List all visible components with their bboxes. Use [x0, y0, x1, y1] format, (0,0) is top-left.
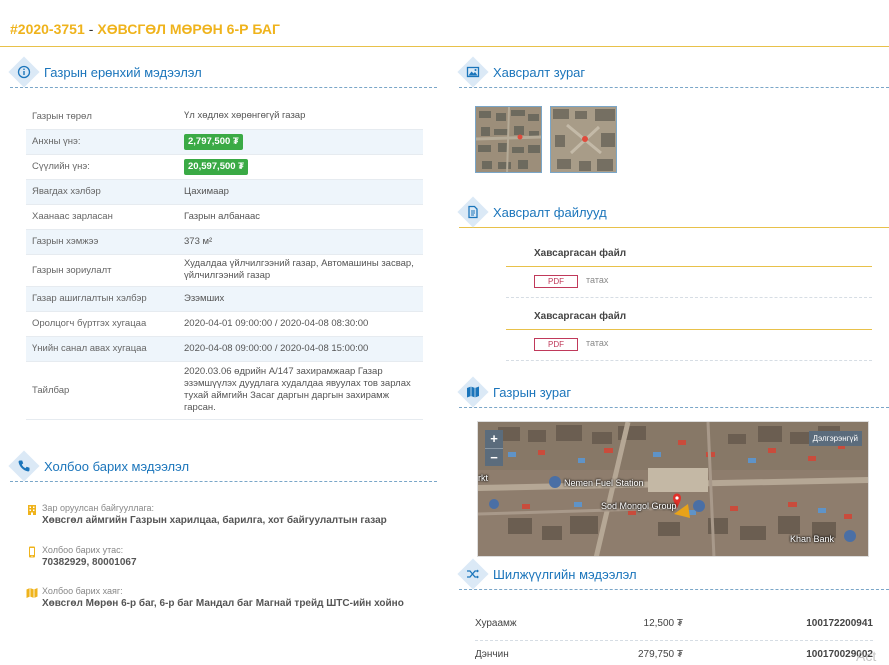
land-map[interactable]: + − Дэлгэрэнгүй rkt Nemen Fuel Station S…	[477, 421, 869, 557]
map-title: Газрын зураг	[493, 385, 572, 400]
zoom-in-button[interactable]: +	[485, 430, 503, 448]
row-label: Тайлбар	[26, 361, 178, 420]
row-label: Газрын зориулалт	[26, 254, 178, 287]
row-label: Газрын хэмжээ	[26, 229, 178, 255]
row-value: 2020-04-01 09:00:00 / 2020-04-08 08:30:0…	[178, 311, 423, 337]
map-label-fuel: Nemen Fuel Station	[564, 478, 644, 488]
fullscreen-button[interactable]: Дэлгэрэнгүй	[808, 431, 862, 446]
row-value: Үл хөдлөх хөрөнгөгүй газар	[178, 104, 423, 130]
contact-info-title: Холбоо барих мэдээлэл	[44, 459, 190, 474]
table-row: Газрын хэмжээ 373 м²	[26, 229, 423, 255]
table-row: Хаанаас зарласан Газрын албанаас	[26, 204, 423, 230]
map-label-sod: Sod Mongol Group	[601, 501, 677, 511]
info-icon	[8, 56, 40, 88]
organization-label: Зар оруулсан байгууллага:	[42, 503, 155, 513]
images-title: Хавсралт зураг	[493, 65, 586, 80]
download-link[interactable]: татах	[586, 338, 608, 348]
transfer-name: Дэнчин	[475, 649, 509, 660]
images-header: Хавсралт зураг	[457, 56, 889, 88]
row-value: Эзэмших	[178, 286, 423, 312]
contact-info-header: Холбоо барих мэдээлэл	[8, 450, 437, 482]
zoom-out-button[interactable]: −	[485, 448, 503, 466]
row-label: Сүүлийн үнэ:	[26, 154, 178, 180]
listing-title: ХӨВСГӨЛ МӨРӨН 6-Р БАГ	[97, 21, 280, 37]
file-title: Хавсаргасан файл	[534, 248, 627, 259]
phone-value[interactable]: 70382929, 80001067	[42, 557, 137, 568]
row-value: Газрын албанаас	[178, 204, 423, 230]
location-map-icon	[457, 376, 489, 408]
row-label: Анхны үнэ:	[26, 129, 178, 155]
row-label: Газрын төрөл	[26, 104, 178, 130]
table-row: Анхны үнэ: 2,797,500 ₮	[26, 129, 423, 155]
table-row: Явагдах хэлбэр Цахимаар	[26, 179, 423, 205]
page-header: #2020-3751- ХӨВСГӨЛ МӨРӨН 6-Р БАГ	[0, 0, 889, 47]
download-link[interactable]: татах	[586, 275, 608, 285]
table-row: Газрын зориулалт Худалдаа үйлчилгээний г…	[26, 254, 423, 287]
initial-price-badge: 2,797,500 ₮	[184, 133, 243, 150]
map-header: Газрын зураг	[457, 376, 889, 408]
row-label: Газар ашиглалтын хэлбэр	[26, 286, 178, 312]
listing-code: #2020-3751	[10, 21, 85, 37]
last-price-badge: 20,597,500 ₮	[184, 158, 248, 175]
transfer-account: 100172200941	[806, 618, 873, 629]
pdf-badge[interactable]: PDF	[534, 275, 578, 288]
table-row: Газар ашиглалтын хэлбэр Эзэмших	[26, 286, 423, 312]
row-label: Хаанаас зарласан	[26, 204, 178, 230]
address-value: Хөвсгөл Мөрөн 6-р баг, 6-р баг Мандал ба…	[42, 598, 404, 609]
map-label-left: rkt	[478, 473, 488, 483]
pdf-badge[interactable]: PDF	[534, 338, 578, 351]
row-value: Цахимаар	[178, 179, 423, 205]
image-icon	[457, 56, 489, 88]
transfer-row: Дэнчин 279,750 ₮ 100170029002	[475, 645, 873, 665]
row-label: Оролцогч бүртгэх хугацаа	[26, 311, 178, 337]
row-value: Худалдаа үйлчилгээний газар, Автомашины …	[178, 254, 423, 287]
table-row: Газрын төрөл Үл хөдлөх хөрөнгөгүй газар	[26, 104, 423, 130]
map-icon	[26, 588, 38, 598]
organization-value: Хөвсгөл аймгийн Газрын харилцаа, барилга…	[42, 515, 387, 526]
zoom-control: + −	[485, 430, 503, 466]
row-label: Явагдах хэлбэр	[26, 179, 178, 205]
row-value: 2020.03.06 өдрийн А/147 захирамжаар Газа…	[178, 361, 423, 420]
row-value: 373 м²	[178, 229, 423, 255]
transfer-row: Хураамж 12,500 ₮ 100172200941	[475, 614, 873, 634]
table-row: Тайлбар 2020.03.06 өдрийн А/147 захирамж…	[26, 361, 423, 420]
transfer-amount: 12,500 ₮	[643, 618, 683, 629]
title-separator: -	[88, 21, 94, 37]
files-header: Хавсралт файлууд	[457, 196, 889, 228]
attachment-image-1[interactable]	[475, 106, 542, 173]
mobile-icon	[29, 546, 35, 558]
building-icon	[28, 505, 36, 515]
table-row: Сүүлийн үнэ: 20,597,500 ₮	[26, 154, 423, 180]
address-label: Холбоо барих хаяг:	[42, 586, 123, 596]
files-title: Хавсралт файлууд	[493, 205, 607, 220]
general-info-title: Газрын ерөнхий мэдээлэл	[44, 65, 202, 80]
transfer-header: Шилжүүлгийн мэдээлэл	[457, 558, 889, 590]
row-label: Үнийн санал авах хугацаа	[26, 336, 178, 362]
attachment-image-2[interactable]	[550, 106, 617, 173]
map-label-khan: Khan Bank	[790, 534, 835, 544]
phone-icon	[8, 450, 40, 482]
table-row: Үнийн санал авах хугацаа 2020-04-08 09:0…	[26, 336, 423, 362]
transfer-title: Шилжүүлгийн мэдээлэл	[493, 567, 637, 582]
transfer-amount: 279,750 ₮	[637, 649, 683, 660]
table-row: Оролцогч бүртгэх хугацаа 2020-04-01 09:0…	[26, 311, 423, 337]
activation-watermark: Act	[856, 648, 877, 664]
page-title: #2020-3751- ХӨВСГӨЛ МӨРӨН 6-Р БАГ	[10, 21, 280, 37]
general-info-header: Газрын ерөнхий мэдээлэл	[8, 56, 437, 88]
document-icon	[457, 196, 489, 228]
file-title: Хавсаргасан файл	[534, 311, 627, 322]
general-info-table: Газрын төрөл Үл хөдлөх хөрөнгөгүй газар …	[26, 104, 423, 420]
shuffle-icon	[457, 558, 489, 590]
phone-label: Холбоо барих утас:	[42, 545, 124, 555]
transfer-name: Хураамж	[475, 618, 517, 629]
row-value: 2020-04-08 09:00:00 / 2020-04-08 15:00:0…	[178, 336, 423, 362]
